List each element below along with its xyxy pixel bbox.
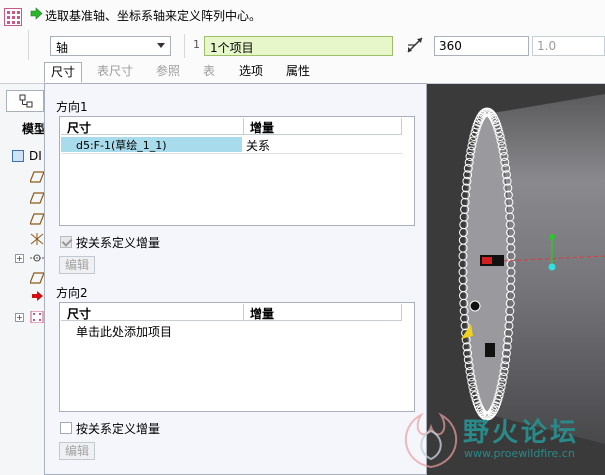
table-header: 尺寸 增量: [61, 118, 413, 135]
column-divider[interactable]: [243, 304, 244, 321]
datum-plane-icon[interactable]: [30, 192, 44, 204]
table-cell-dimension[interactable]: d5:F-1(草绘_1_1): [76, 137, 167, 153]
tree-icon: [19, 94, 33, 108]
column-header-increment: 增量: [250, 121, 275, 135]
direction1-label: 方向1: [56, 100, 88, 114]
coordinate-system-icon[interactable]: [30, 233, 44, 245]
expand-toggle[interactable]: +: [15, 254, 24, 263]
tab-properties[interactable]: 属性: [278, 62, 318, 82]
datum-plane-icon[interactable]: [30, 272, 44, 284]
angle-input[interactable]: 360: [434, 36, 529, 56]
datum-plane-icon[interactable]: [30, 171, 44, 183]
column-header-increment: 增量: [250, 307, 275, 321]
model-tree-root[interactable]: DI: [29, 149, 42, 163]
column-header-dimension: 尺寸: [67, 121, 92, 135]
relation-increment-label-1: 按关系定义增量: [76, 236, 161, 250]
pattern-instance-point[interactable]: [469, 300, 481, 312]
edit-button-2[interactable]: 编辑: [59, 442, 95, 460]
watermark-logo-icon: [404, 412, 458, 469]
pattern-type-value: 轴: [56, 41, 69, 55]
add-item-row[interactable]: 单击此处添加项目: [76, 323, 172, 340]
model-tree-title: 模型: [22, 122, 47, 136]
pattern-grid-icon[interactable]: [4, 8, 22, 26]
tab-table-dimensions: 表尺寸: [96, 64, 133, 78]
model-tree-tab[interactable]: [6, 90, 44, 112]
watermark-url: www.proewildfire.cn: [464, 447, 575, 460]
tab-references: 参照: [155, 64, 180, 78]
prompt-arrow-icon: [30, 7, 43, 20]
relation-increment-checkbox-2[interactable]: [60, 422, 72, 434]
chevron-down-icon: [157, 43, 165, 48]
divider: [28, 30, 29, 60]
pattern-type-dropdown[interactable]: 轴: [50, 36, 171, 56]
expand-toggle[interactable]: +: [15, 313, 24, 322]
scrollbar-corner: [401, 118, 413, 135]
table-header: 尺寸 增量: [61, 304, 413, 321]
tab-table: 表: [202, 64, 215, 78]
dimensions-panel: 方向1 尺寸 增量 d5:F-1(草绘_1_1) 关系 按关系定义增量 编辑 方…: [44, 83, 427, 475]
insert-here-arrow-icon[interactable]: [30, 290, 44, 302]
row-divider: [61, 153, 403, 154]
edit-button-1[interactable]: 编辑: [59, 256, 95, 274]
relation-increment-label-2: 按关系定义增量: [76, 422, 161, 436]
watermark-name: 野火论坛: [463, 418, 580, 448]
tab-dimensions[interactable]: 尺寸: [44, 62, 82, 83]
direction1-number: 1: [193, 38, 200, 51]
divider: [184, 34, 185, 58]
dim-tag: [485, 343, 495, 357]
column-divider[interactable]: [243, 118, 244, 135]
column-header-dimension: 尺寸: [67, 307, 92, 321]
prompt-message: 选取基准轴、坐标系轴来定义阵列中心。: [45, 9, 262, 23]
direction2-table[interactable]: 尺寸 增量 单击此处添加项目: [59, 302, 415, 412]
direction2-label: 方向2: [56, 286, 88, 300]
scrollbar-corner: [401, 304, 413, 321]
datum-plane-icon[interactable]: [30, 213, 44, 225]
angle-extent-icon[interactable]: [405, 35, 425, 55]
tab-options[interactable]: 选项: [231, 62, 271, 82]
relation-increment-checkbox-1[interactable]: [60, 236, 72, 248]
drag-handle-center[interactable]: [548, 263, 556, 271]
table-cell-increment[interactable]: 关系: [246, 137, 270, 154]
drag-handle-top[interactable]: [549, 234, 555, 240]
part-icon: [12, 150, 24, 162]
direction1-table[interactable]: 尺寸 增量 d5:F-1(草绘_1_1) 关系: [59, 116, 415, 226]
angle-increment-input[interactable]: 1.0: [532, 36, 605, 56]
datum-axis-icon[interactable]: [30, 252, 44, 264]
pattern-feature-icon[interactable]: [30, 311, 44, 323]
direction1-collector[interactable]: 1个项目: [204, 36, 393, 56]
axis-tag-marker: [482, 257, 492, 264]
